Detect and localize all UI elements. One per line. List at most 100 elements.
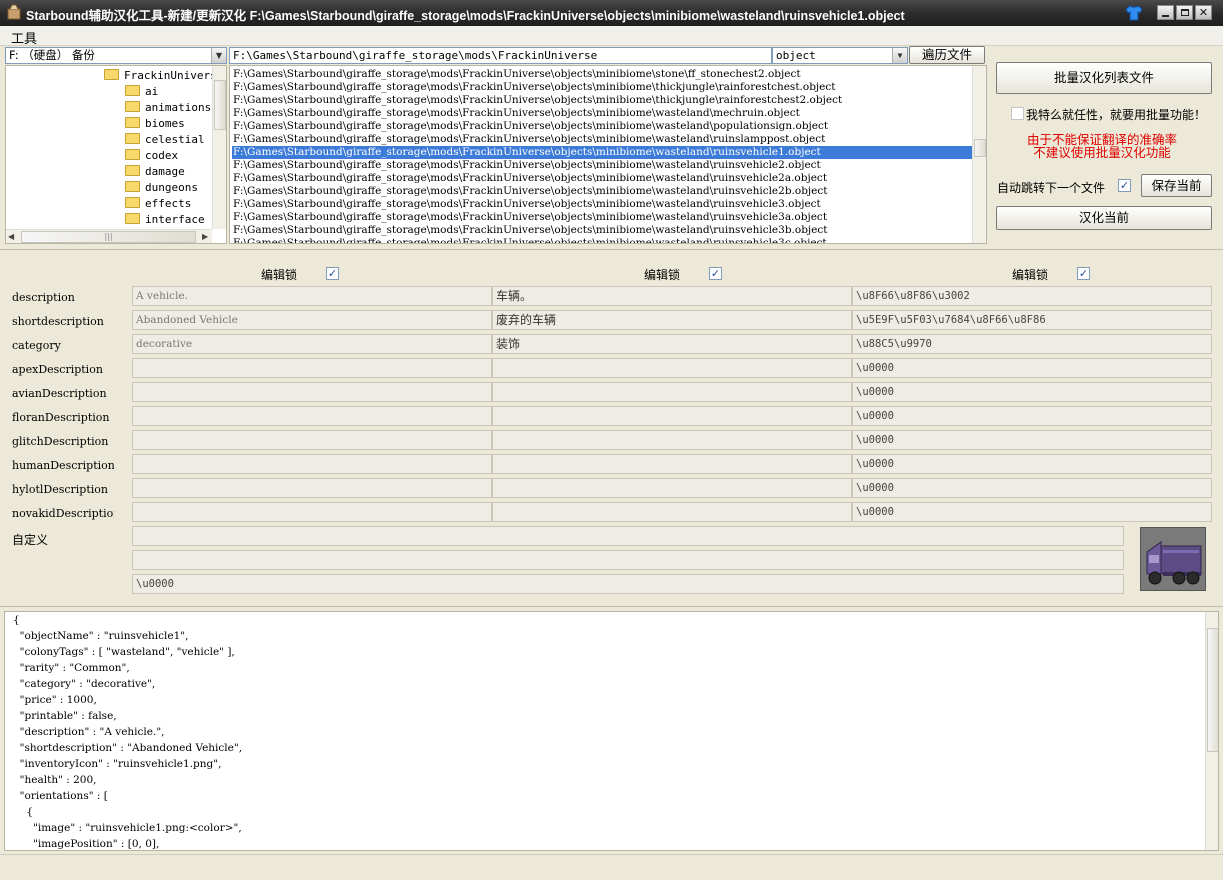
json-source-scrollbar[interactable] [1205, 612, 1218, 850]
menu-tools[interactable]: 工具 [11, 28, 37, 47]
tree-item-codex[interactable]: codex [125, 149, 178, 165]
unicode-field[interactable]: \u0000 [852, 502, 1212, 522]
tree-item-celestial[interactable]: celestial [125, 133, 205, 149]
file-list-scrollbar[interactable] [972, 66, 986, 243]
json-scroll-thumb[interactable] [1207, 628, 1218, 752]
tree-item-dungeons[interactable]: dungeons [125, 181, 198, 197]
tree-item-animations[interactable]: animations [125, 101, 211, 117]
file-list-scroll-thumb[interactable] [974, 139, 986, 157]
file-list-item[interactable]: F:\Games\Starbound\giraffe_storage\mods\… [232, 94, 972, 107]
tree-item-damage[interactable]: damage [125, 165, 185, 181]
source-text-field[interactable] [132, 430, 492, 450]
batch-force-label: 我特么就任性，就要用批量功能！ [1026, 108, 1207, 122]
json-source-view[interactable]: { "objectName" : "ruinsvehicle1", "colon… [4, 611, 1219, 851]
file-list-item[interactable]: F:\Games\Starbound\giraffe_storage\mods\… [232, 107, 972, 120]
unicode-field[interactable]: \u8F66\u8F86\u3002 [852, 286, 1212, 306]
unicode-field[interactable]: \u0000 [852, 406, 1212, 426]
source-text-field[interactable] [132, 382, 492, 402]
code-line: "printable" : false, [13, 710, 117, 722]
close-button[interactable]: ✕ [1195, 5, 1212, 20]
browse-files-button[interactable]: 遍历文件 [909, 46, 985, 64]
file-list[interactable]: F:\Games\Starbound\giraffe_storage\mods\… [229, 65, 987, 244]
auto-next-checkbox[interactable]: ✓ [1118, 179, 1131, 192]
code-line: "colonyTags" : [ "wasteland", "vehicle" … [13, 646, 235, 658]
chevron-down-icon[interactable]: ▼ [892, 48, 907, 63]
custom-field-1[interactable] [132, 526, 1124, 546]
edit-lock-label: 编辑锁 [261, 268, 298, 282]
unicode-field[interactable]: \u0000 [852, 430, 1212, 450]
minimize-button[interactable] [1157, 5, 1174, 20]
code-line: "health" : 200, [13, 774, 97, 786]
unicode-field[interactable]: \u0000 [852, 382, 1212, 402]
field-label-category: category [12, 339, 61, 352]
tree-item-interface[interactable]: interface [125, 213, 205, 229]
unicode-field[interactable]: \u0000 [852, 454, 1212, 474]
translation-field[interactable] [492, 358, 852, 378]
batch-warning: 由于不能保证翻译的准确率 不建议使用批量汉化功能 [1026, 132, 1177, 160]
source-text-field[interactable]: A vehicle. [132, 286, 492, 306]
filter-select[interactable]: object ▼ [772, 47, 908, 64]
file-list-item[interactable]: F:\Games\Starbound\giraffe_storage\mods\… [232, 120, 972, 133]
source-text-field[interactable] [132, 502, 492, 522]
unicode-field[interactable]: \u0000 [852, 358, 1212, 378]
file-list-item[interactable]: F:\Games\Starbound\giraffe_storage\mods\… [232, 146, 972, 159]
source-text-field[interactable] [132, 478, 492, 498]
custom-label: 自定义 [12, 533, 49, 547]
file-list-item[interactable]: F:\Games\Starbound\giraffe_storage\mods\… [232, 81, 972, 94]
code-line: "orientations" : [ [13, 790, 108, 802]
file-list-item[interactable]: F:\Games\Starbound\giraffe_storage\mods\… [232, 159, 972, 172]
maximize-button[interactable] [1176, 5, 1193, 20]
path-input[interactable]: F:\Games\Starbound\giraffe_storage\mods\… [229, 47, 772, 64]
custom-field-2[interactable] [132, 550, 1124, 570]
translation-field[interactable]: 废弃的车辆 [492, 310, 852, 330]
code-line: "category" : "decorative", [13, 678, 156, 690]
field-label-shortdescription: shortdescription [12, 315, 104, 328]
translation-field[interactable] [492, 478, 852, 498]
translation-field[interactable]: 装饰 [492, 334, 852, 354]
tree-item-biomes[interactable]: biomes [125, 117, 185, 133]
translation-field[interactable] [492, 406, 852, 426]
unicode-field[interactable]: \u88C5\u9970 [852, 334, 1212, 354]
folder-icon [125, 165, 140, 176]
translation-field[interactable] [492, 382, 852, 402]
skin-icon[interactable] [1125, 4, 1143, 22]
file-list-item[interactable]: F:\Games\Starbound\giraffe_storage\mods\… [232, 237, 972, 243]
custom-field-unicode[interactable]: \u0000 [132, 574, 1124, 594]
source-text-field[interactable] [132, 454, 492, 474]
batch-list-button[interactable]: 批量汉化列表文件 [996, 62, 1212, 94]
tree-root[interactable]: FrackinUniverse [104, 69, 223, 85]
edit-lock-checkbox[interactable]: ✓ [1077, 267, 1090, 280]
file-list-item[interactable]: F:\Games\Starbound\giraffe_storage\mods\… [232, 172, 972, 185]
tree-scroll-thumb[interactable] [214, 80, 226, 130]
drive-select[interactable]: F: （硬盘） 备份 ▼ [5, 47, 227, 64]
translate-current-button[interactable]: 汉化当前 [996, 206, 1212, 230]
edit-lock-checkbox[interactable]: ✓ [326, 267, 339, 280]
file-list-item[interactable]: F:\Games\Starbound\giraffe_storage\mods\… [232, 185, 972, 198]
tree-vertical-scrollbar[interactable] [212, 66, 226, 229]
file-list-item[interactable]: F:\Games\Starbound\giraffe_storage\mods\… [232, 198, 972, 211]
translation-field[interactable] [492, 502, 852, 522]
file-list-item[interactable]: F:\Games\Starbound\giraffe_storage\mods\… [232, 133, 972, 146]
file-list-item[interactable]: F:\Games\Starbound\giraffe_storage\mods\… [232, 211, 972, 224]
source-text-field[interactable] [132, 358, 492, 378]
source-text-field[interactable] [132, 406, 492, 426]
edit-lock-checkbox[interactable]: ✓ [709, 267, 722, 280]
tree-item-effects[interactable]: effects [125, 197, 191, 213]
chevron-down-icon[interactable]: ▼ [211, 48, 226, 63]
save-current-button[interactable]: 保存当前 [1141, 174, 1212, 197]
file-list-item[interactable]: F:\Games\Starbound\giraffe_storage\mods\… [232, 68, 972, 81]
tree-item-ai[interactable]: ai [125, 85, 158, 101]
translation-field[interactable] [492, 454, 852, 474]
unicode-field[interactable]: \u5E9F\u5F03\u7684\u8F66\u8F86 [852, 310, 1212, 330]
unicode-field[interactable]: \u0000 [852, 478, 1212, 498]
file-list-item[interactable]: F:\Games\Starbound\giraffe_storage\mods\… [232, 224, 972, 237]
tree-hscroll-thumb[interactable]: ||| [21, 231, 196, 243]
source-text-field[interactable]: decorative [132, 334, 492, 354]
translation-field[interactable]: 车辆。 [492, 286, 852, 306]
tree-horizontal-scrollbar[interactable]: ◀ ||| ▶ [6, 229, 212, 243]
directory-tree[interactable]: FrackinUniverse ai animations biomes celest… [5, 65, 227, 244]
translation-field[interactable] [492, 430, 852, 450]
batch-force-checkbox[interactable] [1011, 107, 1024, 120]
field-label-description: description [12, 291, 75, 304]
source-text-field[interactable]: Abandoned Vehicle [132, 310, 492, 330]
